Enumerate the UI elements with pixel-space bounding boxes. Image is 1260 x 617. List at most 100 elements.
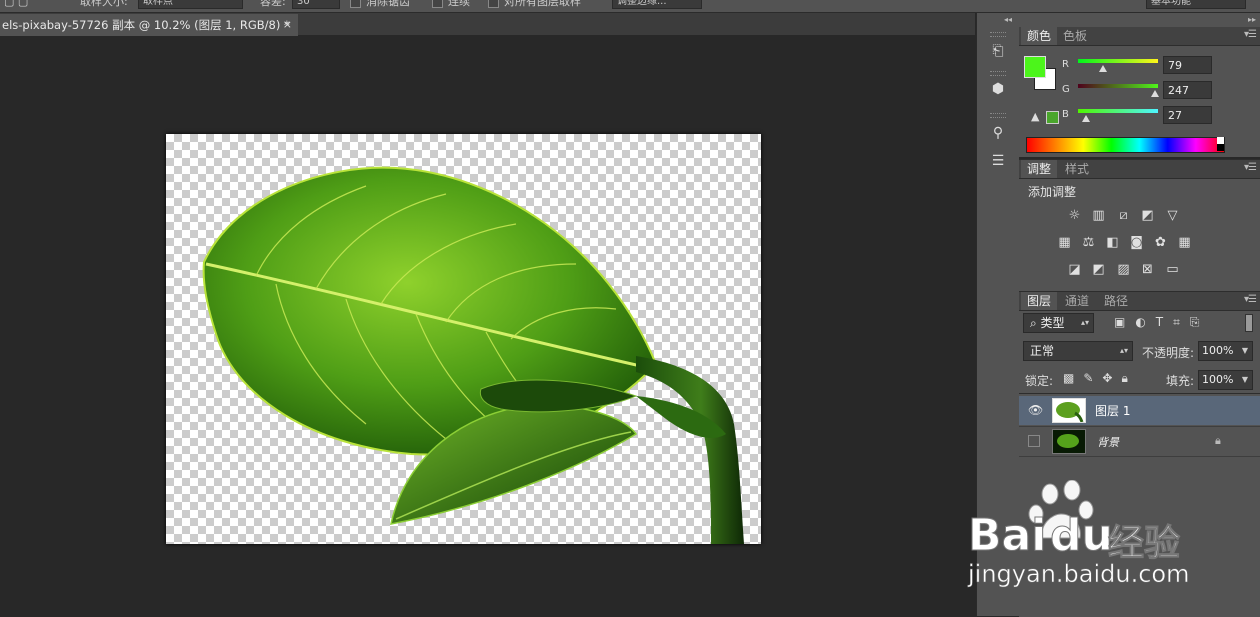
3d-icon[interactable]: ⬢ bbox=[988, 79, 1008, 99]
document-tab-title: els-pixabay-57726 副本 @ 10.2% (图层 1, RGB/… bbox=[2, 18, 290, 32]
invert-icon[interactable]: ◪ bbox=[1067, 262, 1082, 277]
strip-grip[interactable] bbox=[990, 71, 1006, 76]
g-slider-thumb[interactable] bbox=[1151, 90, 1159, 97]
blend-mode-select[interactable]: 正常 ▴▾ bbox=[1023, 341, 1133, 361]
tab-layers[interactable]: 图层 bbox=[1021, 292, 1058, 310]
visibility-toggle[interactable] bbox=[1028, 435, 1040, 447]
black-swatch[interactable] bbox=[1217, 144, 1224, 151]
warning-icon[interactable]: ▲ bbox=[1031, 110, 1039, 123]
opacity-input[interactable]: 100% ▼ bbox=[1198, 341, 1253, 361]
color-panel: ▸▸ 颜色 色板 ▾☰ ▲ R 79 G 247 B 27 bbox=[1019, 13, 1260, 157]
tool-icon[interactable]: ▢ ▢ bbox=[4, 0, 28, 9]
panel-menu-icon[interactable]: ▾☰ bbox=[1244, 162, 1257, 173]
r-slider-thumb[interactable] bbox=[1099, 65, 1107, 72]
tool-preset-icon[interactable]: ☰ bbox=[988, 151, 1008, 171]
brush-preset-icon[interactable]: ⚲ bbox=[988, 123, 1008, 143]
search-icon: ⌕ bbox=[1030, 316, 1041, 330]
r-label: R bbox=[1062, 59, 1069, 70]
exposure-icon[interactable]: ◩ bbox=[1140, 208, 1155, 223]
b-slider-thumb[interactable] bbox=[1082, 115, 1090, 122]
layer-filter-select[interactable]: ⌕ 类型 ▴▾ bbox=[1023, 313, 1094, 333]
close-icon[interactable]: × bbox=[283, 14, 292, 36]
refine-edge-button[interactable]: 调整边缘... bbox=[612, 0, 702, 9]
channel-mixer-icon[interactable]: ✿ bbox=[1153, 235, 1168, 250]
blend-mode-value: 正常 bbox=[1030, 344, 1055, 358]
b-slider[interactable] bbox=[1078, 109, 1158, 113]
posterize-icon[interactable]: ◩ bbox=[1091, 262, 1106, 277]
layer-filter-value: 类型 bbox=[1040, 316, 1065, 330]
watermark-url: jingyan.baidu.com bbox=[968, 560, 1190, 589]
eye-icon[interactable]: 👁︎ bbox=[1028, 403, 1043, 417]
leaf-image bbox=[202, 166, 744, 544]
r-slider[interactable] bbox=[1078, 59, 1158, 63]
tab-swatches[interactable]: 色板 bbox=[1057, 27, 1093, 45]
collapse-icon[interactable]: ◂◂ bbox=[1004, 15, 1012, 24]
tolerance-label: 容差: bbox=[260, 0, 286, 8]
layer-name[interactable]: 背景 bbox=[1097, 434, 1119, 450]
selective-color-icon[interactable]: ⊠ bbox=[1140, 262, 1155, 277]
baidu-logo-du: du bbox=[1050, 510, 1114, 562]
watermark: Bai du 经验 jingyan.baidu.com bbox=[967, 480, 1258, 616]
chevron-down-icon[interactable]: ▼ bbox=[1242, 342, 1248, 360]
panel-menu-icon[interactable]: ▾☰ bbox=[1244, 29, 1257, 40]
tab-adjustments[interactable]: 调整 bbox=[1021, 160, 1058, 178]
jingyan-text: 经验 bbox=[1107, 523, 1181, 565]
lock-label: 锁定: bbox=[1025, 374, 1054, 388]
antialias-label: 消除锯齿 bbox=[366, 0, 410, 8]
workspace-select[interactable]: 基本功能 bbox=[1146, 0, 1246, 9]
levels-icon[interactable]: ▥ bbox=[1091, 208, 1106, 223]
b-input[interactable]: 27 bbox=[1163, 106, 1212, 124]
sample-size-select[interactable]: 取样点 bbox=[138, 0, 243, 9]
tab-channels[interactable]: 通道 bbox=[1059, 292, 1095, 310]
brightness-icon[interactable]: ☼ bbox=[1067, 208, 1082, 223]
layer-thumbnail bbox=[1052, 398, 1086, 423]
tab-color[interactable]: 颜色 bbox=[1021, 27, 1058, 45]
filter-toggle[interactable] bbox=[1245, 314, 1253, 332]
chevron-updown-icon: ▴▾ bbox=[1080, 318, 1089, 327]
black-white-icon[interactable]: ◧ bbox=[1105, 235, 1120, 250]
layer-name[interactable]: 图层 1 bbox=[1095, 402, 1130, 419]
vibrance-icon[interactable]: ▽ bbox=[1165, 208, 1180, 223]
g-input[interactable]: 247 bbox=[1163, 81, 1212, 99]
g-slider[interactable] bbox=[1078, 84, 1158, 88]
contiguous-checkbox[interactable] bbox=[432, 0, 443, 8]
opacity-label: 不透明度: bbox=[1142, 346, 1195, 360]
tab-styles[interactable]: 样式 bbox=[1059, 160, 1095, 178]
chevron-down-icon[interactable]: ▼ bbox=[1242, 371, 1248, 389]
websafe-swatch[interactable] bbox=[1046, 111, 1059, 124]
add-adjustment-title: 添加调整 bbox=[1028, 185, 1077, 199]
strip-grip[interactable] bbox=[990, 113, 1006, 118]
color-balance-icon[interactable]: ⚖ bbox=[1081, 235, 1096, 250]
layer-filter-icons[interactable]: ▣◐T⌗⎘ bbox=[1114, 315, 1210, 330]
color-panel-tabs: 颜色 色板 ▾☰ bbox=[1019, 27, 1260, 46]
hue-saturation-icon[interactable]: ▦ bbox=[1057, 235, 1072, 250]
tolerance-input[interactable]: 30 bbox=[292, 0, 340, 9]
fill-input[interactable]: 100% ▼ bbox=[1198, 370, 1253, 390]
layer-row-layer1[interactable]: 👁︎ 图层 1 bbox=[1019, 396, 1260, 425]
strip-grip[interactable] bbox=[990, 32, 1006, 37]
foreground-color-swatch[interactable] bbox=[1024, 56, 1046, 78]
panel-menu-icon[interactable]: ▾☰ bbox=[1244, 294, 1257, 305]
tab-paths[interactable]: 路径 bbox=[1098, 292, 1134, 310]
gradient-map-icon[interactable]: ▭ bbox=[1165, 262, 1180, 277]
fill-label: 填充: bbox=[1166, 374, 1195, 388]
history-icon[interactable]: ⎗ bbox=[988, 41, 1008, 61]
lock-icons[interactable]: ▩✎✥🔒︎ bbox=[1063, 371, 1137, 386]
layer-row-background[interactable]: 背景 🔒︎ bbox=[1019, 426, 1260, 457]
curves-icon[interactable]: ⧄ bbox=[1116, 208, 1131, 223]
color-ramp[interactable] bbox=[1026, 137, 1225, 153]
sample-size-label: 取样大小: bbox=[80, 0, 128, 8]
collapse-icon[interactable]: ▸▸ bbox=[1248, 15, 1256, 24]
white-swatch[interactable] bbox=[1217, 137, 1224, 144]
antialias-checkbox[interactable] bbox=[350, 0, 361, 8]
all-layers-checkbox[interactable] bbox=[488, 0, 499, 8]
document-tab[interactable]: els-pixabay-57726 副本 @ 10.2% (图层 1, RGB/… bbox=[0, 14, 298, 36]
document-canvas[interactable] bbox=[166, 134, 761, 544]
chevron-updown-icon: ▴▾ bbox=[1119, 346, 1128, 355]
b-label: B bbox=[1062, 109, 1069, 120]
threshold-icon[interactable]: ▨ bbox=[1116, 262, 1131, 277]
photo-filter-icon[interactable]: ◙ bbox=[1129, 235, 1144, 250]
r-input[interactable]: 79 bbox=[1163, 56, 1212, 74]
color-lookup-icon[interactable]: ▦ bbox=[1177, 235, 1192, 250]
all-layers-label: 对所有图层取样 bbox=[504, 0, 581, 8]
